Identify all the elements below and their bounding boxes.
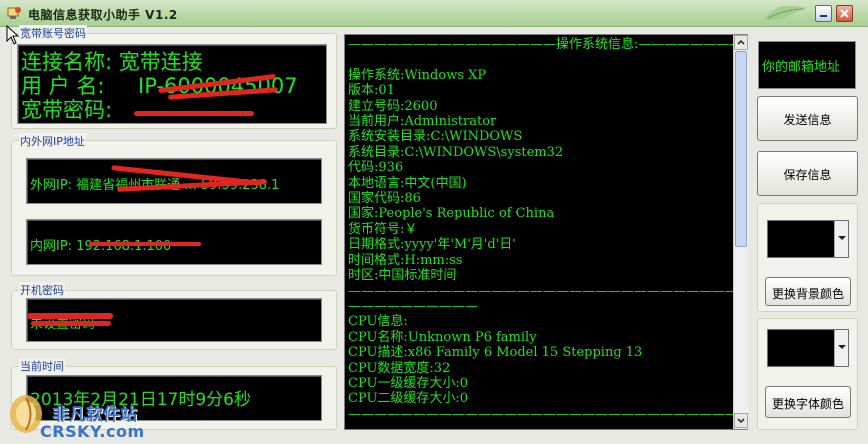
change-font-color-button[interactable]: 更换字体颜色 [765,386,851,418]
console-line: 建立号码:2600 [348,98,438,114]
console-line: ————————————————操作系统信息:—————————— [348,37,748,52]
site-watermark: 非凡软件站 CRSKY.com [4,386,164,442]
scroll-down-button[interactable] [734,413,748,428]
console-line: 国家代码:86 [348,191,421,207]
close-icon [840,9,849,18]
boot-password-box: 未设置密码 [26,298,322,342]
close-button[interactable] [836,5,853,22]
internal-ip-redaction-mark [89,242,201,246]
background-color-select[interactable] [767,220,849,258]
font-color-select[interactable] [767,329,849,367]
save-info-button-label: 保存信息 [783,168,832,182]
console-line: 操作系统:Windows XP [348,67,487,83]
console-line: 当前用户:Administrator [348,114,497,130]
app-icon [7,7,21,19]
console-line: —————————————————————————————————————— [348,406,747,422]
connection-name-line: 连接名称: 宽带连接 [21,50,203,74]
internal-ip-box: 内网IP: 192.168.1.100 [26,219,322,265]
console-line: CPU名称:Unknown P6 family [348,329,537,345]
console-line: 时区:中国标准时间 [348,268,457,284]
external-ip-box: 外网IP: 福建省福州市联通 ... 59.59.238.1 [26,158,322,204]
email-input[interactable]: 你的邮箱地址 [758,41,856,89]
console-line: —————————————————————————————————————— [348,283,747,299]
main-window: 电脑信息获取小助手 V1.2 宽带账号密码 连接名称: 宽带连接 用 户 名: … [0,0,868,444]
network-ip-group-label: 内外网IP地址 [19,133,86,149]
console-line: CPU数据宽度:32 [348,360,451,376]
change-font-color-label: 更换字体颜色 [771,397,844,411]
watermark-url: CRSKY.com [40,422,145,441]
email-input-placeholder: 你的邮箱地址 [762,60,841,75]
console-output: ————————————————操作系统信息:—————————— 操作系统:W… [348,37,748,422]
chevron-down-icon [838,236,846,240]
console-line: 系统目录:C:\WINDOWS\system32 [348,144,564,160]
minimize-button[interactable] [815,5,832,22]
console-line: CPU一级缓存大小:0 [348,375,469,391]
console-line: CPU信息: [348,314,408,330]
console-line: CPU二级缓存大小:0 [348,391,469,407]
current-time-group-label: 当前时间 [19,358,65,374]
chevron-down-icon [838,345,846,349]
window-title: 电脑信息获取小助手 V1.2 [28,8,178,22]
boot-password-group-label: 开机密码 [19,282,65,298]
scroll-up-button[interactable] [734,35,748,50]
font-color-dropdown-arrow[interactable] [834,330,848,366]
leaf-decoration-icon [764,5,806,21]
mouse-cursor-icon [6,25,20,45]
boot-password-redaction-mark [31,321,111,326]
background-color-dropdown-arrow[interactable] [834,221,848,257]
save-info-button[interactable]: 保存信息 [757,151,858,196]
font-color-panel: 更换字体颜色 [757,318,858,430]
chevron-up-icon [737,39,745,45]
console-line: CPU描述:x86 Family 6 Model 15 Stepping 13 [348,345,643,361]
broadband-info-box: 连接名称: 宽带连接 用 户 名: IP-6000045007 宽带密码: [17,44,327,124]
console-line: 货币符号:￥ [348,221,418,237]
send-info-button[interactable]: 发送信息 [757,96,858,141]
console-line: —————————— [348,298,478,314]
change-background-color-label: 更换背景颜色 [771,287,844,301]
minimize-icon [820,15,827,17]
background-color-panel: 更换背景颜色 [757,203,858,312]
console-scrollbar[interactable] [733,35,748,429]
console-line: 代码:936 [348,160,404,176]
title-bar[interactable]: 电脑信息获取小助手 V1.2 [0,0,868,27]
console-line: 系统安装目录:C:\WINDOWS [348,129,523,145]
scroll-thumb[interactable] [735,51,747,247]
console-line: 版本:01 [348,83,395,99]
boot-password-redaction-mark [27,313,113,319]
console-line: 时间格式:H:mm:ss [348,252,463,268]
change-background-color-button[interactable]: 更换背景颜色 [765,277,851,306]
console-line: 国家:People's Republic of China [348,206,555,222]
password-label: 宽带密码: [21,98,113,122]
password-redaction-mark [134,111,254,116]
username-label: 用 户 名: [21,74,105,98]
console-line: 本地语言:中文(中国) [348,175,467,191]
system-info-console[interactable]: ————————————————操作系统信息:—————————— 操作系统:W… [344,34,748,430]
chevron-down-icon [737,418,745,424]
broadband-group-label: 宽带账号密码 [19,25,87,41]
console-line: 日期格式:yyyy'年'M'月'd'日' [348,237,516,253]
send-info-button-label: 发送信息 [783,113,832,127]
